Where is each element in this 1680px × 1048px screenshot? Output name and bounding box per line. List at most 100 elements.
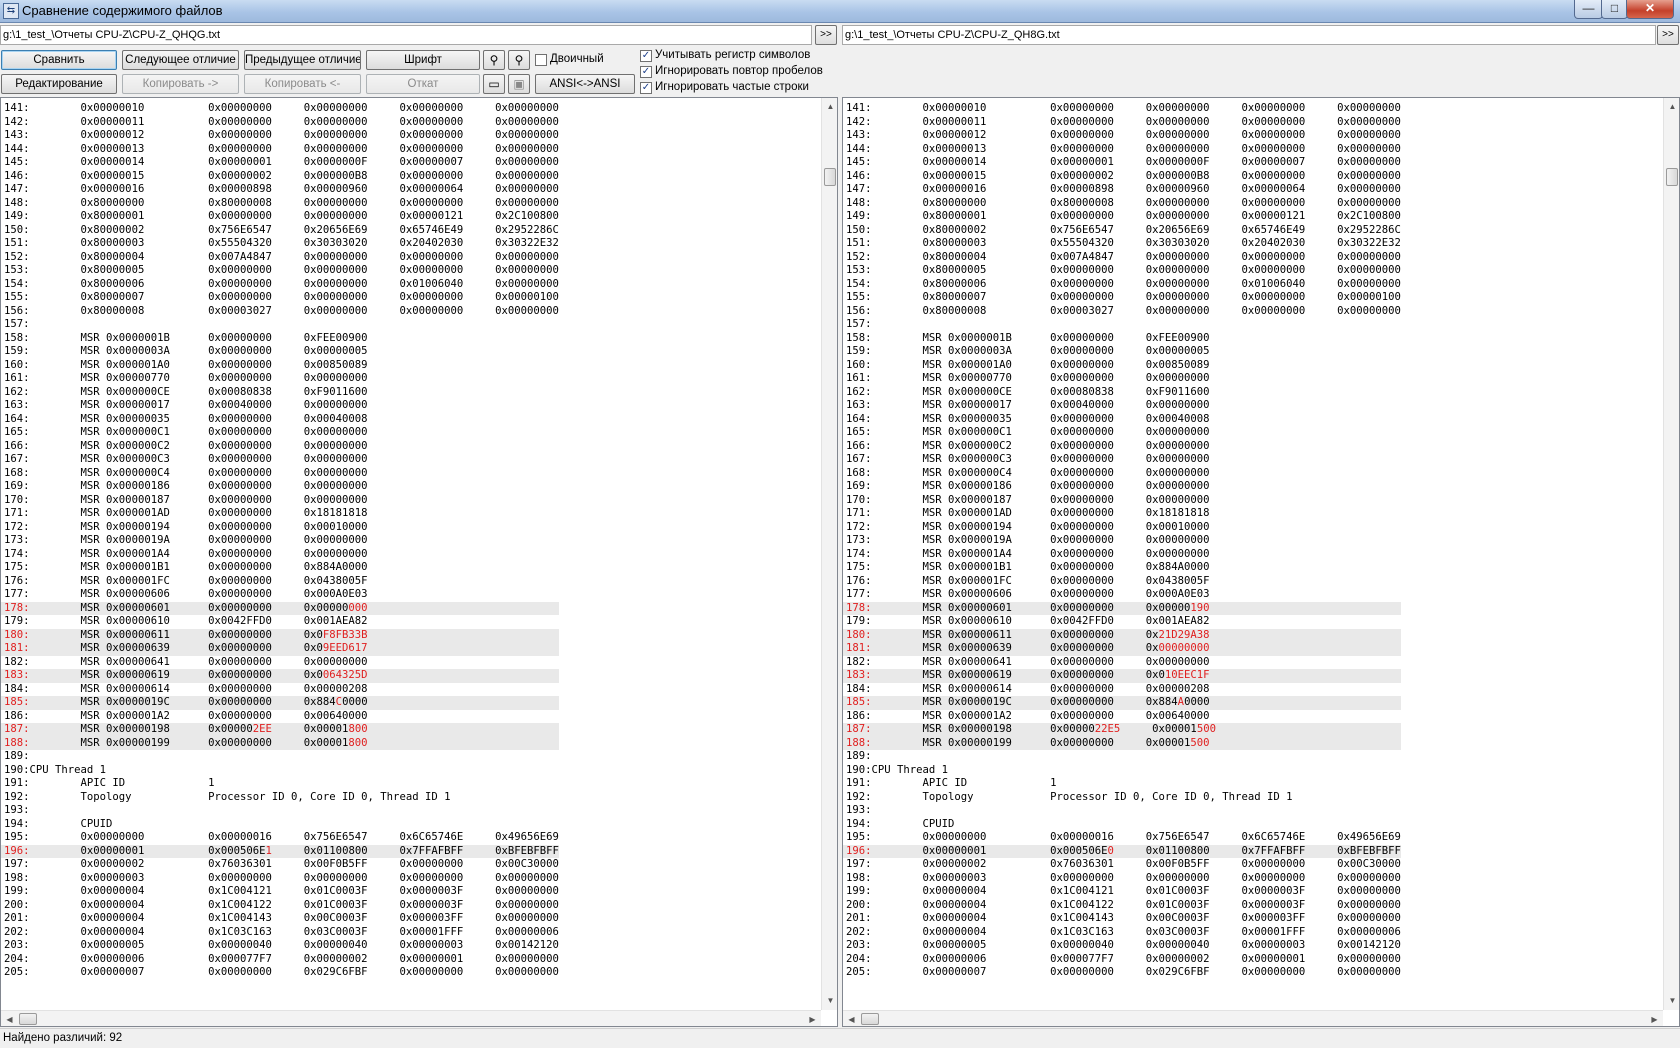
right-file-path[interactable]: g:\1_test_\Отчеты CPU-Z\CPU-Z_QH8G.txt <box>842 25 1656 45</box>
right-browse-button[interactable]: >> <box>1657 25 1679 45</box>
line-number: 165: <box>846 426 872 438</box>
line-number: 191: <box>846 777 872 789</box>
prev-diff-button[interactable]: Предыдущее отличие <box>244 50 361 70</box>
edit-button[interactable]: Редактирование <box>1 74 117 94</box>
font-button[interactable]: Шрифт <box>366 50 480 70</box>
line-text: MSR 0x0000003A 0x00000000 0x00000005 <box>871 345 1210 357</box>
left-vscroll-thumb[interactable] <box>824 168 836 186</box>
line-number: 185: <box>4 696 30 708</box>
right-line: 160: MSR 0x000001A0 0x00000000 0x0085008… <box>843 359 1401 373</box>
line-number: 150: <box>4 223 30 236</box>
line-text: 0x00000005 0x00000040 0x00000040 0x00000… <box>29 939 559 951</box>
line-number: 160: <box>4 358 30 371</box>
line-text: MSR 0x00000199 0x00000000 0x00001 <box>871 736 1191 749</box>
title-bar: ⇆ Сравнение содержимого файлов — □ ✕ <box>0 0 1680 23</box>
right-line: 151: 0x80000003 0x55504320 0x30303020 0x… <box>843 237 1401 251</box>
left-file-path[interactable]: g:\1_test_\Отчеты CPU-Z\CPU-Z_QHQG.txt <box>0 25 812 45</box>
diff-text: 21D29A38 <box>1158 628 1210 641</box>
right-line: 165: MSR 0x000000C1 0x00000000 0x0000000… <box>843 426 1401 440</box>
left-line: 183: MSR 0x00000619 0x00000000 0x0064325… <box>1 669 559 683</box>
right-line: 198: 0x00000003 0x00000000 0x00000000 0x… <box>843 872 1401 886</box>
line-number: 176: <box>846 574 872 587</box>
line-number: 158: <box>4 331 30 344</box>
spaces-checkbox[interactable]: ✓ <box>640 66 652 78</box>
window-icon[interactable]: ▭ <box>483 74 505 94</box>
line-text: 0x80000002 0x756E6547 0x20656E69 0x65746… <box>29 223 559 236</box>
scroll-up-icon[interactable]: ▲ <box>822 98 837 115</box>
right-line: 171: MSR 0x000001AD 0x00000000 0x1818181… <box>843 507 1401 521</box>
line-text: 0x00000012 0x00000000 0x00000000 0x00000… <box>871 129 1401 141</box>
line-text: MSR 0x000001FC 0x00000000 0x0438005F <box>29 574 368 587</box>
left-line: 153: 0x80000005 0x00000000 0x00000000 0x… <box>1 264 559 278</box>
close-button[interactable]: ✕ <box>1626 0 1674 19</box>
right-line: 169: MSR 0x00000186 0x00000000 0x0000000… <box>843 480 1401 494</box>
line-text: MSR 0x000001B1 0x00000000 0x884A0000 <box>871 561 1210 573</box>
line-number: 201: <box>846 912 872 924</box>
right-vertical-scrollbar[interactable]: ▲ ▼ <box>1663 98 1679 1010</box>
line-text: 0x00000016 0x00000898 0x00000960 0x00000… <box>29 183 559 195</box>
right-line: 159: MSR 0x0000003A 0x00000000 0x0000000… <box>843 345 1401 359</box>
scroll-right-icon[interactable]: ▶ <box>1646 1011 1663 1026</box>
line-text: MSR 0x000000C4 0x00000000 0x00000000 <box>871 466 1210 479</box>
minimize-button[interactable]: — <box>1574 0 1603 19</box>
line-text: 0x80000004 0x007A4847 0x00000000 0x00000… <box>29 250 559 263</box>
line-text: 0x00000004 0x1C004121 0x01C0003F 0x00000… <box>29 885 559 897</box>
left-line: 200: 0x00000004 0x1C004122 0x01C0003F 0x… <box>1 899 559 913</box>
line-text: 0x00000015 0x00000002 0x000000B8 0x00000… <box>29 169 559 182</box>
line-text: MSR 0x00000017 0x00040000 0x00000000 <box>29 399 368 411</box>
scroll-right-icon[interactable]: ▶ <box>804 1011 821 1026</box>
line-number: 172: <box>4 520 30 533</box>
line-number: 195: <box>846 831 872 843</box>
right-line: 168: MSR 0x000000C4 0x00000000 0x0000000… <box>843 467 1401 481</box>
left-vertical-scrollbar[interactable]: ▲ ▼ <box>821 98 837 1010</box>
left-hscroll-thumb[interactable] <box>19 1013 37 1025</box>
next-diff-button[interactable]: Следующее отличие <box>122 50 239 70</box>
line-text: 0x00000016 0x00000898 0x00000960 0x00000… <box>871 183 1401 195</box>
right-line: 196: 0x00000001 0x000506E0 0x01100800 0x… <box>843 844 1401 858</box>
line-text: MSR 0x00000770 0x00000000 0x00000000 <box>871 372 1210 384</box>
diff-text: 00000000 <box>1158 642 1210 654</box>
line-text: MSR 0x0000019A 0x00000000 0x00000000 <box>871 534 1210 546</box>
line-number: 144: <box>846 142 872 155</box>
frequent-checkbox[interactable]: ✓ <box>640 82 652 94</box>
binoculars-next-icon[interactable]: ⚲ <box>508 50 530 70</box>
copy-left-button[interactable]: Копировать <- <box>244 74 361 94</box>
diff-text: 500 <box>1196 723 1216 735</box>
right-line: 143: 0x00000012 0x00000000 0x00000000 0x… <box>843 129 1401 143</box>
binary-checkbox[interactable] <box>535 54 547 66</box>
line-text: 0x00000002 0x76036301 0x00F0B5FF 0x00000… <box>29 858 559 870</box>
line-text: MSR 0x00000035 0x00000000 0x00040008 <box>29 412 368 425</box>
binoculars-icon[interactable]: ⚲ <box>483 50 505 70</box>
maximize-button[interactable]: □ <box>1601 0 1628 19</box>
ansi-button[interactable]: ANSI<->ANSI <box>535 74 635 94</box>
case-checkbox[interactable]: ✓ <box>640 50 652 62</box>
right-hscroll-thumb[interactable] <box>861 1013 879 1025</box>
line-text: MSR 0x000001FC 0x00000000 0x0438005F <box>871 574 1210 587</box>
left-browse-button[interactable]: >> <box>815 25 837 45</box>
scroll-up-icon[interactable]: ▲ <box>1664 98 1679 115</box>
scroll-left-icon[interactable]: ◀ <box>1 1011 18 1026</box>
line-text: 0x01100800 0x7FFAFBFF 0xBFEBFBFF <box>1113 844 1401 857</box>
scroll-left-icon[interactable]: ◀ <box>843 1011 860 1026</box>
scroll-down-icon[interactable]: ▼ <box>1664 992 1679 1009</box>
save-icon[interactable]: ▣ <box>508 74 530 94</box>
copy-right-button[interactable]: Копировать -> <box>122 74 239 94</box>
compare-button[interactable]: Сравнить <box>1 50 117 70</box>
frequent-label: Игнорировать частые строки <box>655 81 809 93</box>
left-line: 145: 0x00000014 0x00000001 0x0000000F 0x… <box>1 156 559 170</box>
line-number: 163: <box>846 399 872 411</box>
left-line: 196: 0x00000001 0x000506E1 0x01100800 0x… <box>1 844 559 858</box>
right-horizontal-scrollbar[interactable]: ◀ ▶ <box>843 1010 1663 1026</box>
revert-button[interactable]: Откат <box>366 74 480 94</box>
right-text-pane[interactable]: 141: 0x00000010 0x00000000 0x00000000 0x… <box>842 97 1680 1027</box>
scroll-down-icon[interactable]: ▼ <box>822 992 837 1009</box>
left-horizontal-scrollbar[interactable]: ◀ ▶ <box>1 1010 821 1026</box>
left-text-pane[interactable]: 141: 0x00000010 0x00000000 0x00000000 0x… <box>0 97 838 1027</box>
line-text: 0x00000004 0x1C004143 0x00C0003F 0x00000… <box>29 912 559 924</box>
line-number: 159: <box>4 345 30 357</box>
line-number: 173: <box>846 534 872 546</box>
line-number: 148: <box>846 196 872 209</box>
line-number: 157: <box>4 318 30 330</box>
right-line: 174: MSR 0x000001A4 0x00000000 0x0000000… <box>843 548 1401 562</box>
right-vscroll-thumb[interactable] <box>1666 168 1678 186</box>
